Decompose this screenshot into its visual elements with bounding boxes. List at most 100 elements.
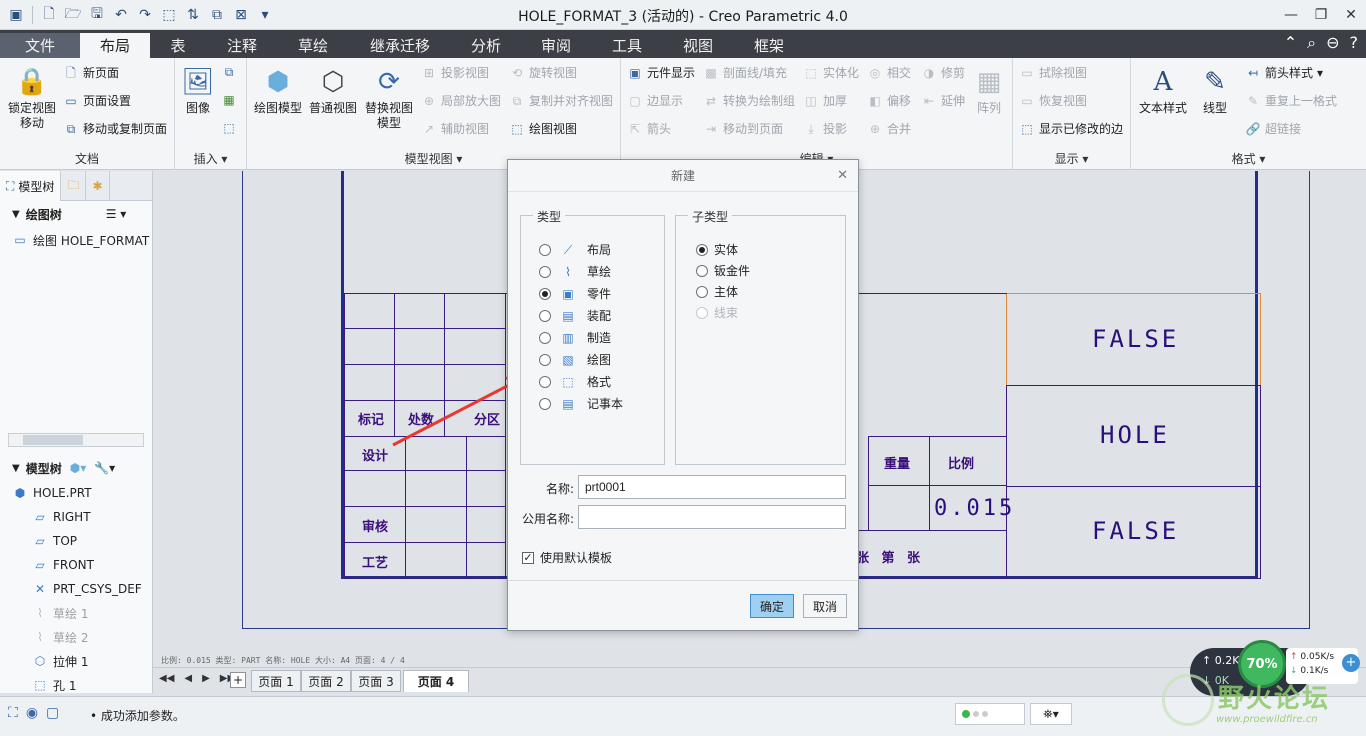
tab-table[interactable]: 表: [150, 33, 206, 58]
general-view-button[interactable]: ⬡ 普通视图: [307, 66, 359, 116]
subtype-radio[interactable]: 实体: [696, 241, 738, 258]
offset-button[interactable]: ◧ 偏移: [867, 92, 911, 109]
model-tree-item[interactable]: ▱ RIGHT: [0, 505, 152, 529]
browser-icon[interactable]: ◉: [26, 705, 38, 721]
replace-view-model-button[interactable]: ⟳ 替换视图 模型: [361, 66, 417, 131]
model-tree-item[interactable]: ⬡ 拉伸 1: [0, 649, 152, 673]
subtype-radio[interactable]: 主体: [696, 283, 738, 300]
drawing-tree-item[interactable]: ▭ 绘图 HOLE_FORMAT: [0, 227, 152, 253]
add-page-button[interactable]: +: [230, 672, 246, 688]
element-display-button[interactable]: ▣ 元件显示: [627, 64, 695, 81]
drawing-model-button[interactable]: ⬢ 绘图模型: [251, 66, 305, 116]
type-radio-part[interactable]: ▣ 零件: [539, 285, 611, 302]
restore-view-button[interactable]: ▭ 恢复视图: [1019, 92, 1087, 109]
text-style-button[interactable]: A 文本样式: [1135, 66, 1191, 116]
section-hatch-button[interactable]: ▩ 剖面线/填充: [703, 64, 787, 81]
projection-view-button[interactable]: ⊞ 投影视图: [421, 64, 489, 81]
solidify-button[interactable]: ⬚ 实体化: [803, 64, 859, 81]
insert-object-button[interactable]: ⧉: [221, 64, 237, 80]
search-icon[interactable]: ⌕: [1307, 33, 1316, 53]
line-style-button[interactable]: ✎ 线型: [1193, 66, 1237, 116]
insert-picture-button[interactable]: ▦: [221, 92, 237, 108]
tab-legacy-migration[interactable]: 继承迁移: [348, 33, 452, 58]
detail-view-button[interactable]: ⊕ 局部放大图: [421, 92, 501, 109]
lock-view-move-button[interactable]: 🔒 锁定视图 移动: [4, 66, 60, 131]
type-radio-format[interactable]: ⬚ 格式: [539, 373, 611, 390]
collapse-ribbon-icon[interactable]: ⌃: [1284, 33, 1297, 53]
arrow-style-button[interactable]: ↤ 箭头样式 ▾: [1245, 64, 1323, 81]
community-icon[interactable]: ⊖: [1326, 33, 1339, 53]
collapse-icon[interactable]: ▼: [12, 209, 20, 220]
model-tree-item[interactable]: ⬚ 孔 1: [0, 673, 152, 697]
page-tab-3[interactable]: 页面 3: [351, 670, 401, 692]
tree-settings-icon[interactable]: ☰ ▾: [106, 207, 127, 221]
horizontal-scrollbar[interactable]: [8, 433, 144, 447]
insert-frame-button[interactable]: ⬚: [221, 120, 237, 136]
image-button[interactable]: 🖼 图像: [181, 66, 215, 116]
tab-sketch[interactable]: 草绘: [278, 33, 348, 58]
model-tree-item[interactable]: ⌇ 草绘 2: [0, 625, 152, 649]
group-label[interactable]: 格式 ▾: [1131, 150, 1366, 167]
extend-button[interactable]: ⇤ 延伸: [921, 92, 965, 109]
name-input[interactable]: [578, 475, 846, 499]
intersect-button[interactable]: ◎ 相交: [867, 64, 911, 81]
page-tab-2[interactable]: 页面 2: [301, 670, 351, 692]
tab-file[interactable]: 文件: [0, 33, 80, 58]
project-button[interactable]: ⤓ 投影: [803, 120, 847, 137]
find-button[interactable]: ⛯ ▾: [1030, 703, 1072, 725]
hyperlink-button[interactable]: 🔗 超链接: [1245, 120, 1302, 137]
edge-display-button[interactable]: ▢ 边显示: [627, 92, 683, 109]
auxiliary-view-button[interactable]: ↗ 辅助视图: [421, 120, 489, 137]
move-copy-page-button[interactable]: ⧉ 移动或复制页面: [63, 120, 167, 137]
fullscreen-icon[interactable]: ▢: [46, 705, 59, 721]
model-tree-header[interactable]: ▼ 模型树 ⬢▾ 🔧▾: [0, 455, 152, 481]
tab-model-tree[interactable]: ⛶ 模型树: [0, 171, 62, 201]
merge-button[interactable]: ⊕ 合并: [867, 120, 911, 137]
page-tab-4[interactable]: 页面 4: [403, 670, 469, 692]
model-tree-item[interactable]: ▱ TOP: [0, 529, 152, 553]
tab-review[interactable]: 审阅: [520, 33, 592, 58]
tab-view[interactable]: 视图: [662, 33, 734, 58]
tab-analysis[interactable]: 分析: [452, 33, 520, 58]
restore-icon[interactable]: ❐: [1306, 0, 1336, 30]
tab-favorites[interactable]: ✱: [86, 171, 110, 201]
next-page-icon[interactable]: ▶: [202, 673, 210, 684]
revolve-view-button[interactable]: ⟲ 旋转视图: [509, 64, 577, 81]
help-icon[interactable]: ?: [1350, 33, 1359, 53]
ok-button[interactable]: 确定: [750, 594, 794, 618]
type-radio-notebook[interactable]: ▤ 记事本: [539, 395, 623, 412]
collapse-icon[interactable]: ▼: [12, 463, 20, 474]
array-button[interactable]: ▦ 阵列: [971, 66, 1007, 116]
model-tree-item[interactable]: ⬢ HOLE.PRT: [0, 481, 152, 505]
tab-annotate[interactable]: 注释: [206, 33, 278, 58]
subtype-radio[interactable]: 钣金件: [696, 262, 750, 279]
dialog-close-icon[interactable]: ✕: [837, 168, 848, 183]
tab-folder-browser[interactable]: 🗀: [61, 171, 87, 201]
model-tree-item[interactable]: ▱ FRONT: [0, 553, 152, 577]
copy-align-view-button[interactable]: ⧉ 复制并对齐视图: [509, 92, 613, 109]
page-tab-1[interactable]: 页面 1: [251, 670, 301, 692]
type-radio-manufacturing[interactable]: ▥ 制造: [539, 329, 611, 346]
tools-icon[interactable]: 🔧▾: [94, 461, 115, 475]
tab-frame[interactable]: 框架: [734, 33, 804, 58]
type-radio-drawing[interactable]: ▧ 绘图: [539, 351, 611, 368]
convert-draw-group-button[interactable]: ⇄ 转换为绘制组: [703, 92, 795, 109]
close-icon[interactable]: ✕: [1336, 0, 1366, 30]
move-to-page-button[interactable]: ⇥ 移动到页面: [703, 120, 783, 137]
model-dropdown-icon[interactable]: ⬢▾: [70, 461, 87, 475]
drawing-tree-header[interactable]: ▼ 绘图树 ☰ ▾: [0, 201, 152, 227]
erase-view-button[interactable]: ▭ 拭除视图: [1019, 64, 1087, 81]
tab-layout[interactable]: 布局: [80, 33, 150, 58]
scrollbar-thumb[interactable]: [23, 435, 83, 445]
cancel-button[interactable]: 取消: [803, 594, 847, 618]
model-tree-item[interactable]: ⌇ 草绘 1: [0, 601, 152, 625]
type-radio-sketch[interactable]: ⌇ 草绘: [539, 263, 611, 280]
prev-page-icon[interactable]: ◀: [184, 673, 192, 684]
grid-icon[interactable]: ⛶: [8, 705, 18, 721]
drawing-view-button[interactable]: ⬚ 绘图视图: [509, 120, 577, 137]
repeat-last-format-button[interactable]: ✎ 重复上一格式: [1245, 92, 1337, 109]
first-page-icon[interactable]: ◀◀: [159, 673, 174, 684]
tab-tools[interactable]: 工具: [592, 33, 662, 58]
use-default-template-checkbox[interactable]: ✓ 使用默认模板: [522, 549, 612, 566]
new-page-button[interactable]: 🗋 新页面: [63, 64, 119, 81]
